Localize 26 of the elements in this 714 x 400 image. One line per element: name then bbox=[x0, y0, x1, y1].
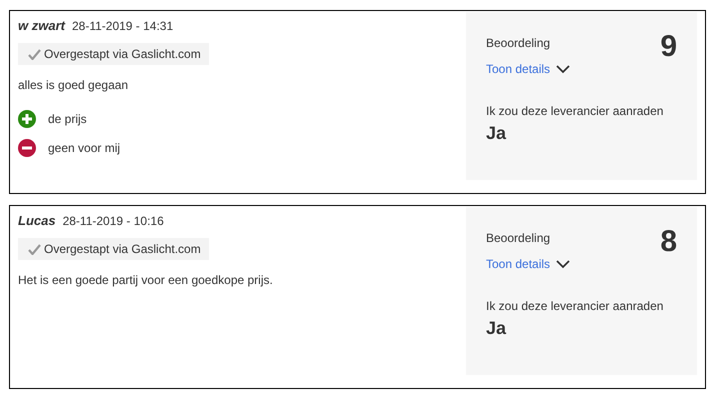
rating-score: 9 bbox=[660, 32, 677, 62]
recommend-label: Ik zou deze leverancier aanraden bbox=[486, 104, 664, 118]
plus-icon bbox=[18, 110, 36, 128]
chevron-down-icon bbox=[556, 64, 570, 74]
recommend-answer: Ja bbox=[486, 123, 508, 144]
details-link[interactable]: Toon details bbox=[486, 62, 570, 76]
rating-score: 8 bbox=[660, 227, 677, 257]
minus-icon bbox=[18, 139, 36, 157]
check-icon bbox=[28, 244, 41, 254]
reviewer-name: Lucas bbox=[18, 213, 56, 228]
rating-label: Beoordeling bbox=[486, 36, 550, 50]
review-text: alles is goed gegaan bbox=[18, 78, 130, 92]
recommend-label: Ik zou deze leverancier aanraden bbox=[486, 299, 664, 313]
reviewer-name: w zwart bbox=[18, 18, 65, 33]
chevron-down-icon bbox=[556, 260, 570, 268]
switched-badge: Overgestapt via Gaslicht.com bbox=[18, 43, 209, 65]
point-text: de prijs bbox=[48, 112, 87, 126]
rating-label: Beoordeling bbox=[486, 231, 550, 245]
review-date: 28-11-2019 - 14:31 bbox=[72, 19, 174, 33]
review-text: Het is een goede partij voor een goedkope prijs. bbox=[18, 273, 274, 287]
details-link[interactable]: Toon details bbox=[486, 257, 570, 271]
switched-badge: Overgestapt via Gaslicht.com bbox=[18, 238, 209, 260]
check-icon bbox=[28, 48, 41, 60]
recommend-answer: Ja bbox=[486, 318, 508, 339]
point-text: geen voor mij bbox=[48, 141, 120, 155]
review-date: 28-11-2019 - 10:16 bbox=[62, 214, 164, 228]
